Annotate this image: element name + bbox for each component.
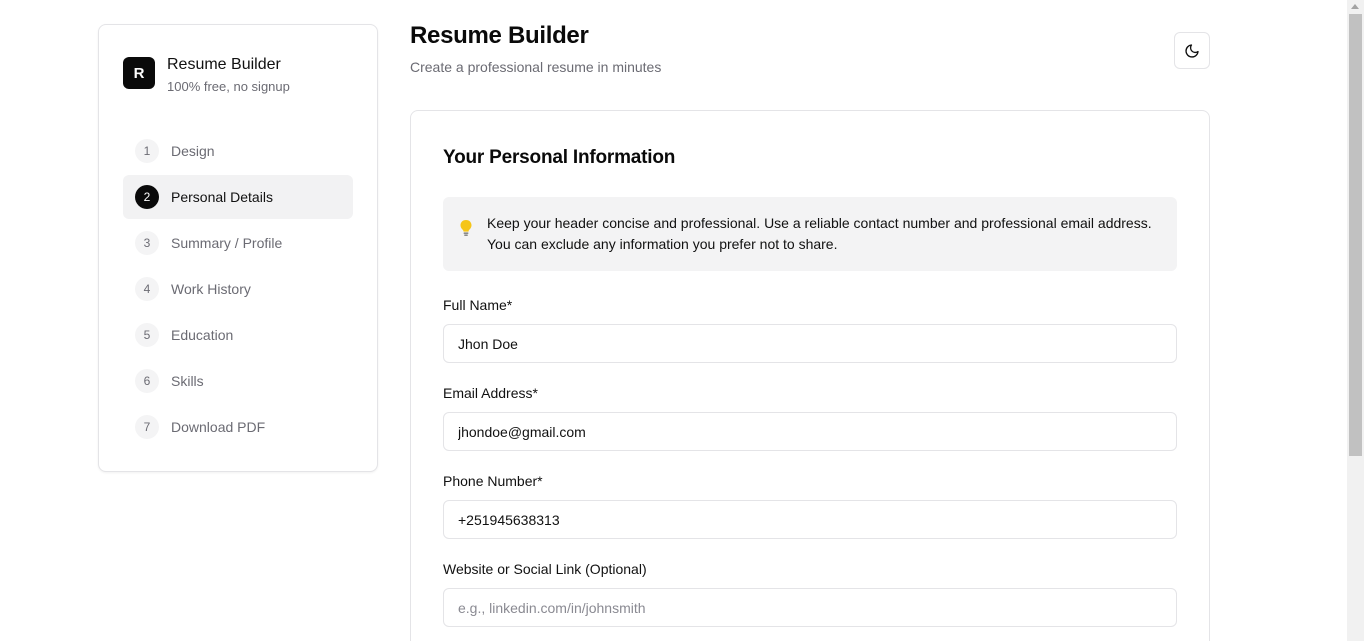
email-label: Email Address* xyxy=(443,385,538,401)
brand: R Resume Builder 100% free, no signup xyxy=(123,55,290,96)
website-label: Website or Social Link (Optional) xyxy=(443,561,647,577)
phone-input[interactable] xyxy=(443,500,1177,539)
step-number: 6 xyxy=(135,369,159,393)
steps-nav: 1 Design 2 Personal Details 3 Summary / … xyxy=(123,129,353,451)
scroll-up-arrow-icon[interactable] xyxy=(1351,4,1359,9)
step-number: 2 xyxy=(135,185,159,209)
step-label: Summary / Profile xyxy=(171,235,283,251)
step-summary-profile[interactable]: 3 Summary / Profile xyxy=(123,221,353,265)
step-education[interactable]: 5 Education xyxy=(123,313,353,357)
personal-info-card: Your Personal Information Keep your head… xyxy=(410,110,1210,641)
step-number: 7 xyxy=(135,415,159,439)
step-number: 3 xyxy=(135,231,159,255)
page: R Resume Builder 100% free, no signup 1 … xyxy=(0,0,1364,641)
moon-icon xyxy=(1185,43,1199,58)
website-input[interactable] xyxy=(443,588,1177,627)
page-subtitle: Create a professional resume in minutes xyxy=(410,59,662,75)
page-title: Resume Builder xyxy=(410,22,589,49)
step-download-pdf[interactable]: 7 Download PDF xyxy=(123,405,353,449)
phone-label: Phone Number* xyxy=(443,473,543,489)
step-label: Work History xyxy=(171,281,251,297)
email-input[interactable] xyxy=(443,412,1177,451)
full-name-input[interactable] xyxy=(443,324,1177,363)
step-number: 1 xyxy=(135,139,159,163)
step-label: Design xyxy=(171,143,215,159)
step-label: Education xyxy=(171,327,234,343)
theme-toggle-button[interactable] xyxy=(1174,32,1210,69)
brand-title: Resume Builder xyxy=(167,56,281,73)
step-number: 4 xyxy=(135,277,159,301)
tip-box: Keep your header concise and professiona… xyxy=(443,197,1177,271)
step-work-history[interactable]: 4 Work History xyxy=(123,267,353,311)
tip-text: Keep your header concise and professiona… xyxy=(487,215,1152,252)
scroll-thumb[interactable] xyxy=(1349,14,1362,456)
step-personal-details[interactable]: 2 Personal Details xyxy=(123,175,353,219)
page-scrollbar[interactable] xyxy=(1347,0,1364,641)
step-design[interactable]: 1 Design xyxy=(123,129,353,173)
sidebar: R Resume Builder 100% free, no signup 1 … xyxy=(98,24,378,472)
step-label: Personal Details xyxy=(171,189,273,205)
step-number: 5 xyxy=(135,323,159,347)
lightbulb-icon xyxy=(460,220,472,236)
full-name-label: Full Name* xyxy=(443,297,513,313)
brand-subtitle: 100% free, no signup xyxy=(167,79,290,94)
section-title: Your Personal Information xyxy=(443,147,676,168)
step-skills[interactable]: 6 Skills xyxy=(123,359,353,403)
step-label: Skills xyxy=(171,373,204,389)
brand-logo: R xyxy=(123,57,155,89)
brand-text: Resume Builder 100% free, no signup xyxy=(167,55,290,96)
step-label: Download PDF xyxy=(171,419,266,435)
